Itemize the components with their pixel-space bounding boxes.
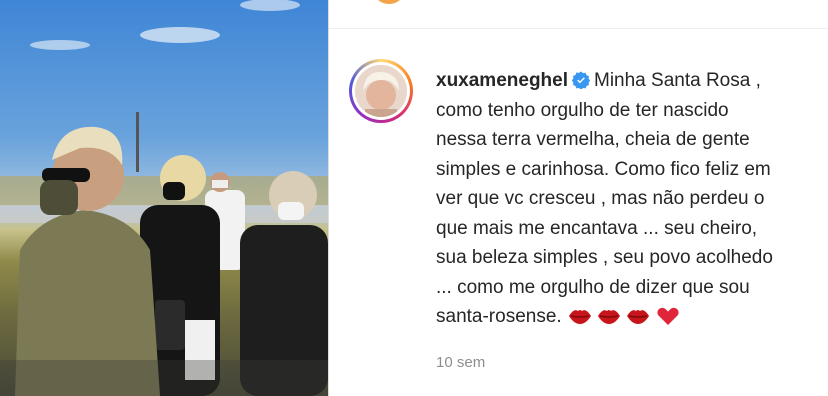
- avatar-photo: [355, 65, 407, 117]
- caption-line-6: que mais me encantava ... seu cheiro,: [436, 217, 758, 239]
- red-heart-icon: [656, 307, 679, 325]
- lips-icon: [597, 310, 620, 324]
- lips-icon: [627, 310, 650, 324]
- avatar-border: [352, 62, 410, 120]
- caption-line-1: xuxameneghel Minha Santa Rosa ,: [436, 66, 828, 96]
- user-avatar[interactable]: [349, 59, 413, 123]
- caption-emojis: [568, 306, 680, 336]
- post-timestamp[interactable]: 10 sem: [436, 354, 485, 371]
- verified-badge-icon: [572, 71, 590, 89]
- caption-line-4: simples e carinhosa. Como fico feliz em: [436, 158, 771, 180]
- caption-line-8: ... como me orgulho de dizer que sou: [436, 276, 750, 298]
- lips-icon: [568, 310, 591, 324]
- username-link[interactable]: xuxameneghel: [436, 70, 568, 91]
- header-avatar-partial[interactable]: [372, 0, 406, 4]
- caption-line-5: ver que vc cresceu , mas não perdeu o: [436, 188, 765, 209]
- caption-text-end: santa-rosense.: [436, 306, 562, 327]
- caption-text: Minha Santa Rosa ,: [594, 70, 761, 91]
- post-caption: xuxameneghel Minha Santa Rosa , como ten…: [436, 66, 828, 332]
- caption-line-9: santa-rosense.: [436, 302, 828, 332]
- media-divider: [328, 0, 329, 396]
- caption-line-2: como tenho orgulho de ter nascido: [436, 99, 729, 121]
- caption-line-3: nessa terra vermelha, cheia de gente: [436, 129, 750, 150]
- post-photo-illustration: [0, 0, 328, 396]
- avatar-portrait-icon: [355, 65, 407, 117]
- caption-line-7: sua beleza simples , seu povo acolhedo: [436, 247, 773, 268]
- header-divider: [329, 28, 828, 29]
- post-photo[interactable]: [0, 0, 328, 396]
